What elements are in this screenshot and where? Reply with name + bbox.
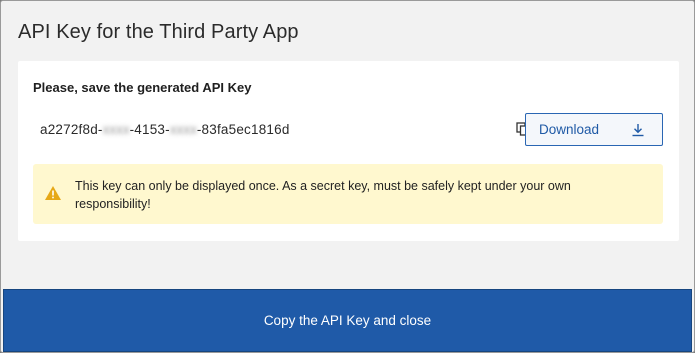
api-key-field[interactable]: a2272f8d-xxxx-4153-xxxx-83fa5ec1816d xyxy=(33,113,535,145)
warning-banner: This key can only be displayed once. As … xyxy=(33,164,663,224)
copy-and-close-button[interactable]: Copy the API Key and close xyxy=(3,289,692,352)
download-label: Download xyxy=(539,122,600,137)
download-icon xyxy=(631,123,645,137)
warning-icon xyxy=(44,185,62,201)
api-key-dialog: API Key for the Third Party App Please, … xyxy=(0,0,695,353)
download-button[interactable]: Download xyxy=(525,113,663,146)
dialog-title: API Key for the Third Party App xyxy=(18,21,299,43)
warning-text: This key can only be displayed once. As … xyxy=(75,179,571,211)
masked-segment: xxxx xyxy=(102,121,130,137)
masked-segment: xxxx xyxy=(169,121,197,137)
api-key-value: a2272f8d-xxxx-4153-xxxx-83fa5ec1816d xyxy=(40,121,290,137)
api-key-panel: Please, save the generated API Key a2272… xyxy=(18,61,679,241)
panel-heading: Please, save the generated API Key xyxy=(33,80,252,95)
